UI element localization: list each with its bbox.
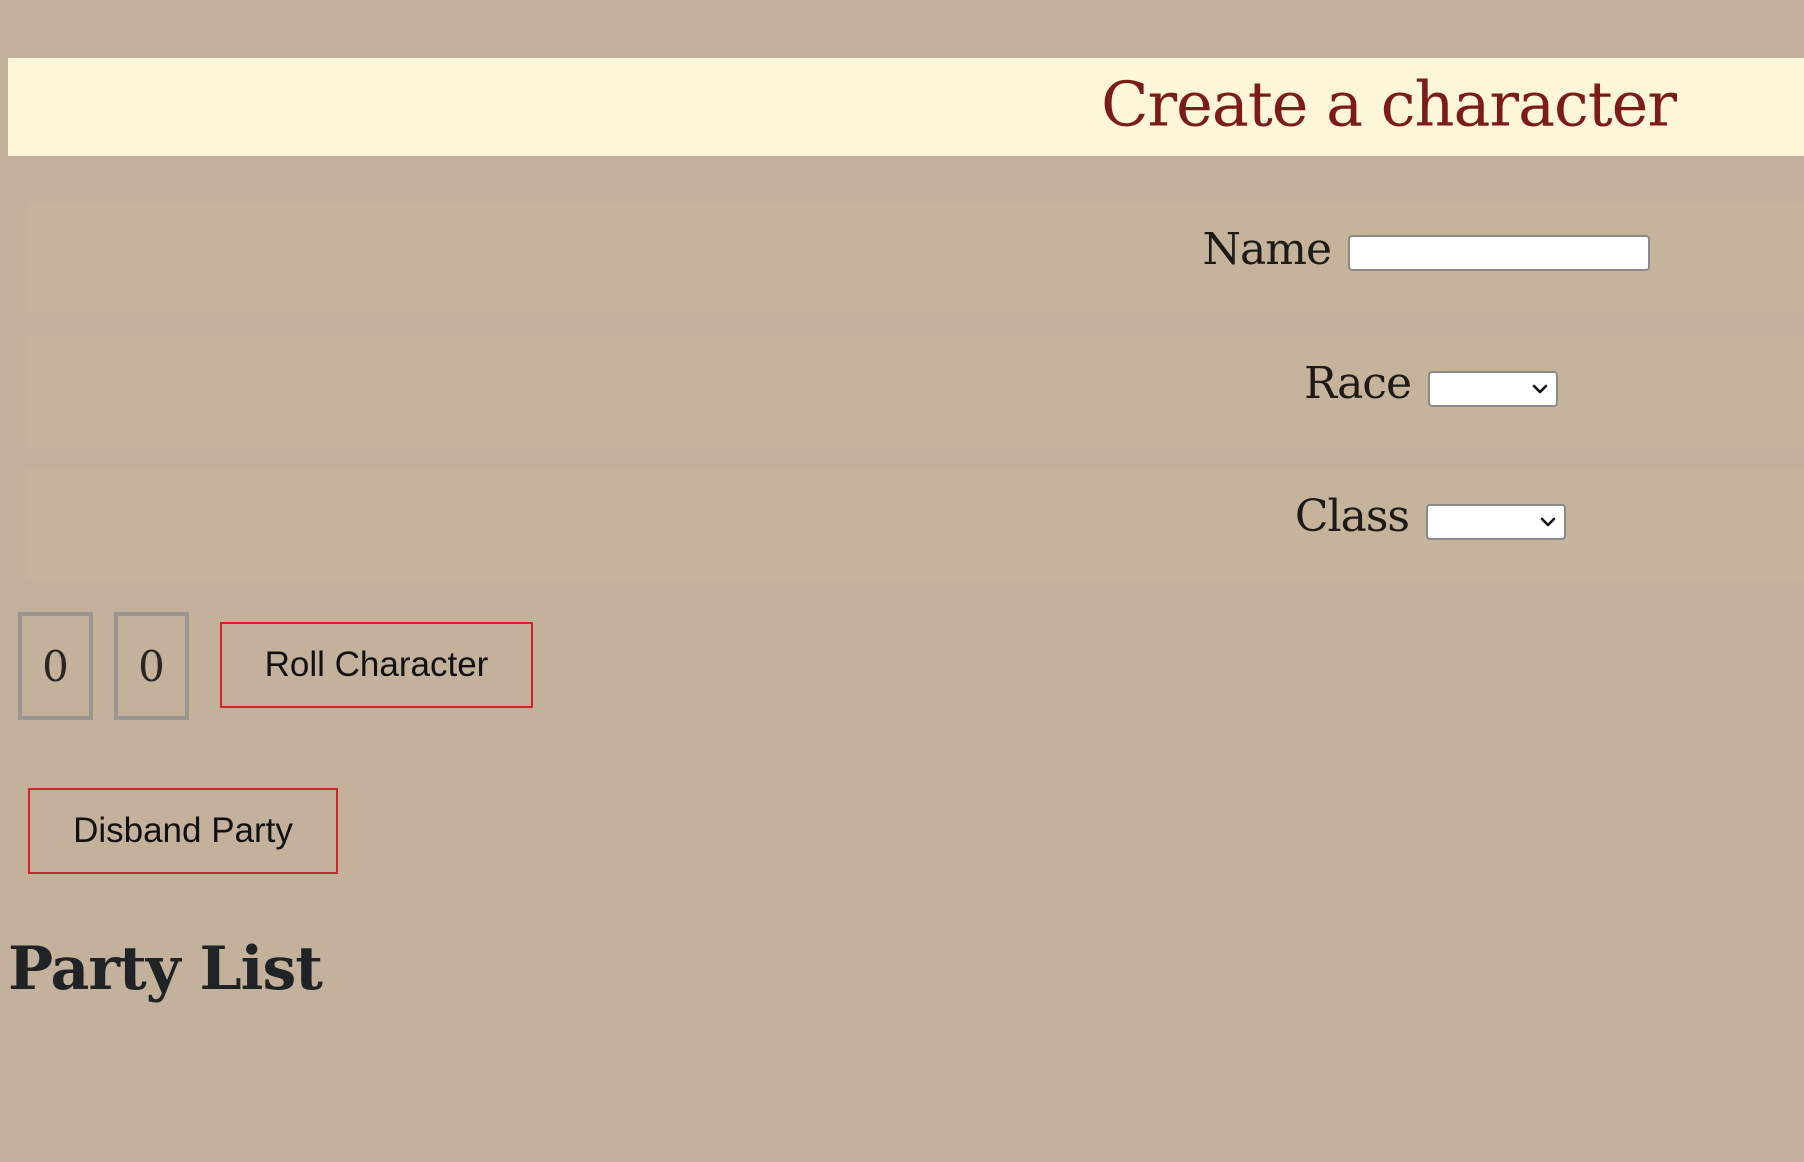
stat-value-first: 0 — [42, 641, 69, 691]
roll-character-button[interactable]: Roll Character — [220, 622, 533, 708]
class-row: Class — [27, 469, 1804, 580]
header-bar: Create a character — [8, 58, 1804, 156]
stat-box-first: 0 — [18, 612, 93, 720]
disband-party-button[interactable]: Disband Party — [28, 788, 338, 874]
party-list-heading: Party List — [8, 934, 323, 1004]
chevron-down-icon — [1532, 384, 1548, 394]
class-select[interactable] — [1426, 504, 1566, 540]
race-label: Race — [1303, 358, 1412, 409]
race-row: Race — [27, 336, 1804, 447]
stat-box-second: 0 — [114, 612, 189, 720]
chevron-down-icon — [1540, 517, 1556, 527]
class-label: Class — [1294, 491, 1410, 542]
name-label: Name — [1202, 224, 1332, 275]
race-select[interactable] — [1428, 371, 1558, 407]
name-row: Name — [27, 202, 1804, 313]
party-list — [8, 1020, 1804, 1150]
name-input[interactable] — [1348, 235, 1650, 271]
stat-value-second: 0 — [138, 641, 165, 691]
page-title: Create a character — [1101, 67, 1677, 141]
